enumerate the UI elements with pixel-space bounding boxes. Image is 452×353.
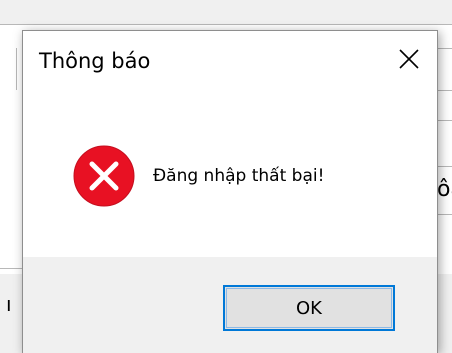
close-button[interactable] — [389, 41, 429, 77]
dialog-footer: OK — [23, 257, 437, 353]
parent-divider-right-3 — [436, 120, 452, 121]
dialog-title: Thông báo — [39, 49, 151, 73]
parent-divider-left — [0, 268, 22, 269]
parent-field-edge — [16, 48, 17, 90]
dialog-message-area: Thông báo Đăng nhập thất bại! — [23, 31, 437, 257]
dialog-message: Đăng nhập thất bại! — [153, 166, 325, 186]
close-icon — [399, 49, 419, 69]
parent-window-header — [0, 0, 452, 24]
parent-divider-top — [0, 24, 452, 25]
parent-divider-right-2 — [436, 90, 452, 91]
parent-divider-right-1 — [436, 48, 452, 49]
error-icon — [73, 145, 135, 207]
parent-divider-right-5 — [436, 214, 452, 215]
ok-button[interactable]: OK — [223, 285, 395, 331]
parent-partial-text-left: ı — [6, 292, 12, 316]
parent-partial-text-right: ôa — [437, 177, 452, 202]
message-dialog: Thông báo Đăng nhập thất bại! OK — [22, 30, 438, 353]
